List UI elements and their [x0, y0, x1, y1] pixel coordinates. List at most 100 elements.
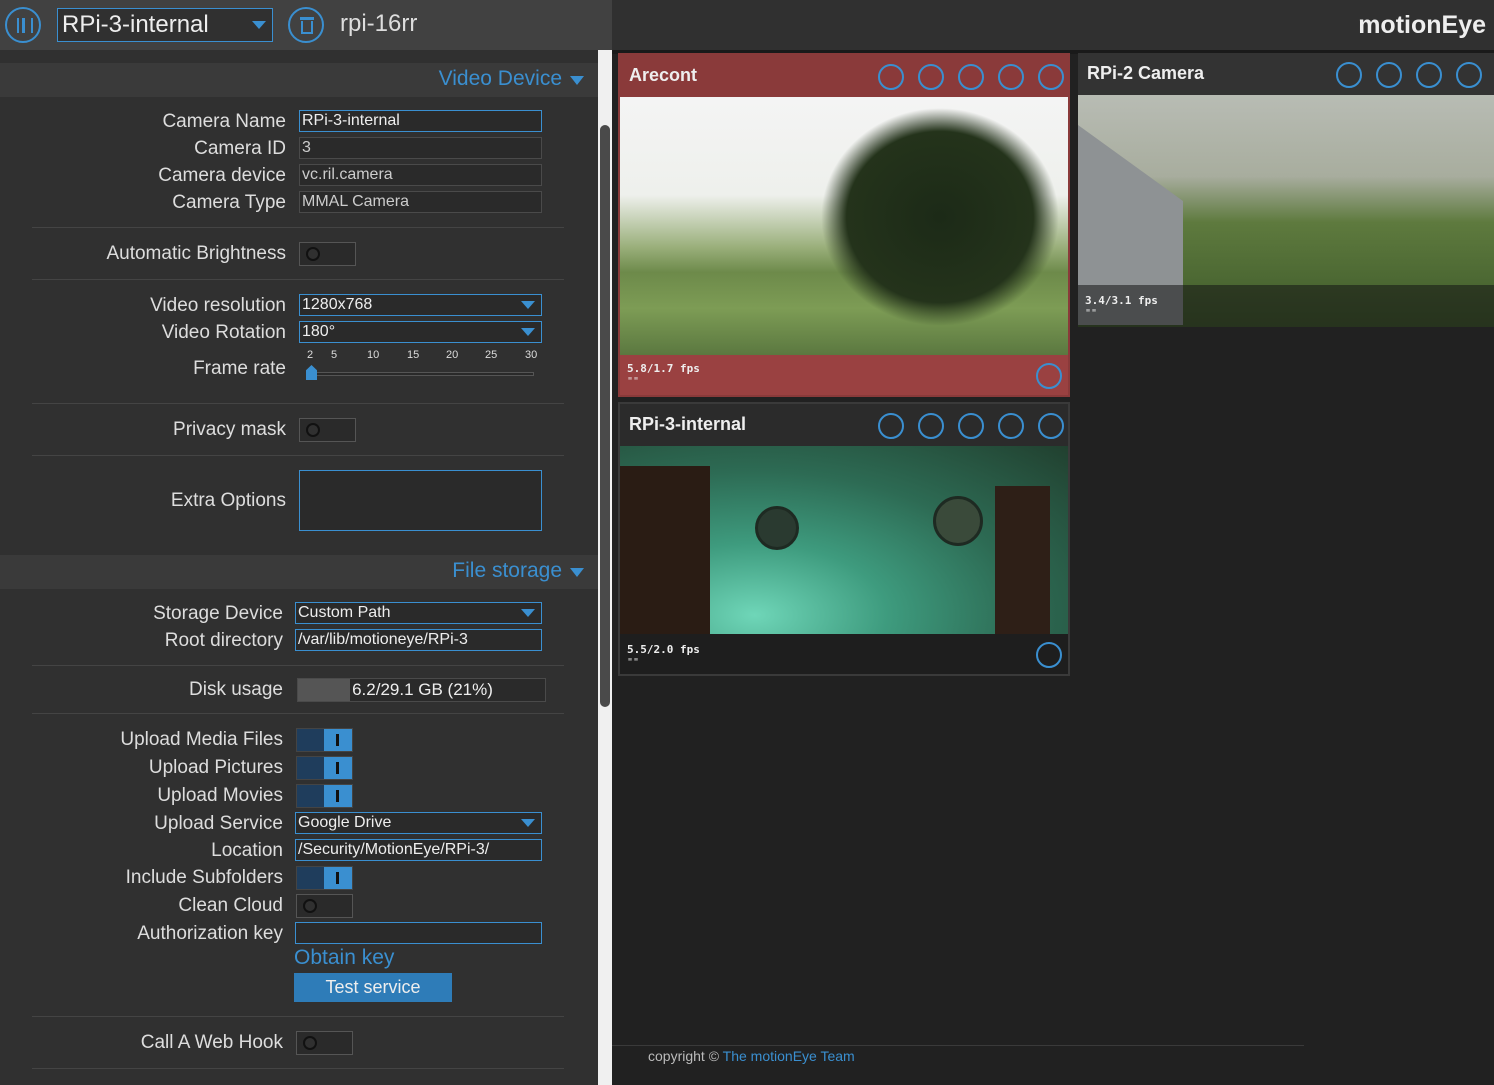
- root-dir-input[interactable]: /var/lib/motioneye/RPi-3: [295, 629, 542, 651]
- section-video-device[interactable]: Video Device: [0, 63, 598, 97]
- camera-type-field: MMAL Camera: [299, 191, 542, 213]
- camera-name: RPi-2 Camera: [1087, 63, 1205, 83]
- web-hook-toggle[interactable]: [296, 1031, 353, 1055]
- upload-service-label: Upload Service: [154, 813, 283, 834]
- rotation-select[interactable]: 180°: [299, 321, 542, 343]
- web-hook-label: Call A Web Hook: [140, 1032, 283, 1053]
- privacy-mask-toggle[interactable]: [299, 418, 356, 442]
- resolution-select[interactable]: 1280x768: [299, 294, 542, 316]
- frame-rate-slider[interactable]: [306, 372, 534, 376]
- upload-movies-toggle[interactable]: [296, 784, 353, 808]
- upload-media-label: Upload Media Files: [120, 729, 283, 750]
- play-icon[interactable]: [998, 64, 1024, 90]
- camera-id-field: 3: [299, 137, 542, 159]
- section-file-storage[interactable]: File storage: [0, 555, 598, 589]
- play-icon[interactable]: [998, 413, 1024, 439]
- settings-scrollbar[interactable]: [600, 125, 610, 707]
- disk-usage-text: 6.2/29.1 GB (21%): [352, 680, 493, 699]
- host-name: rpi-16rr: [340, 10, 418, 37]
- include-subfolders-toggle[interactable]: [296, 866, 353, 890]
- settings-panel: RPi-3-internal rpi-16rr Video Device Cam…: [0, 0, 612, 1085]
- pictures-icon[interactable]: [958, 64, 984, 90]
- wrench-icon[interactable]: [1038, 64, 1064, 90]
- camera-select-value: RPi-3-internal: [62, 11, 209, 38]
- tick-label: 30: [525, 349, 538, 361]
- camera-image: [620, 97, 1068, 355]
- menu-icon[interactable]: [5, 7, 41, 43]
- upload-service-value: Google Drive: [298, 814, 392, 831]
- camera-image: [620, 446, 1068, 646]
- copyright-text: copyright ©: [648, 1048, 720, 1064]
- rotation-label: Video Rotation: [161, 322, 286, 343]
- settings-header: RPi-3-internal rpi-16rr: [0, 0, 612, 50]
- upload-pictures-label: Upload Pictures: [148, 757, 283, 778]
- frame-icon[interactable]: [918, 64, 944, 90]
- camera-type-label: Camera Type: [172, 192, 286, 213]
- play-icon[interactable]: [1456, 62, 1482, 88]
- disk-usage-bar: 6.2/29.1 GB (21%): [297, 678, 546, 702]
- camera-icon[interactable]: [1036, 642, 1062, 668]
- camera-frame-arecont[interactable]: Arecont 5.8/1.7 fps "": [618, 53, 1070, 397]
- camera-frame-header: Arecont: [620, 55, 1068, 97]
- section-title: Video Device: [438, 67, 562, 90]
- frame-icon[interactable]: [918, 413, 944, 439]
- location-label: Location: [211, 840, 283, 861]
- resolution-value: 1280x768: [302, 296, 373, 313]
- tick-label: 5: [331, 349, 338, 361]
- pictures-icon[interactable]: [958, 413, 984, 439]
- clean-cloud-toggle[interactable]: [296, 894, 353, 918]
- obtain-key-link[interactable]: Obtain key: [294, 946, 394, 970]
- camera-device-label: Camera device: [158, 165, 286, 186]
- pictures-icon[interactable]: [1416, 62, 1442, 88]
- chevron-down-icon: [521, 328, 535, 336]
- fps-subtitle: "": [1085, 308, 1098, 319]
- auth-key-input[interactable]: [295, 922, 542, 944]
- frame-icon[interactable]: [1376, 62, 1402, 88]
- auto-brightness-toggle[interactable]: [299, 242, 356, 266]
- storage-device-select[interactable]: Custom Path: [295, 602, 542, 624]
- top-bar: motionEye: [612, 0, 1494, 50]
- camera-select[interactable]: RPi-3-internal: [57, 8, 273, 42]
- camera-status-bar: 5.5/2.0 fps "": [620, 634, 1068, 674]
- camera-status-bar: 5.8/1.7 fps "": [620, 355, 1068, 395]
- team-link[interactable]: The motionEye Team: [723, 1048, 855, 1064]
- clean-cloud-label: Clean Cloud: [178, 895, 283, 916]
- fullscreen-icon[interactable]: [1336, 62, 1362, 88]
- upload-media-toggle[interactable]: [296, 728, 353, 752]
- divider: [32, 665, 564, 666]
- resolution-label: Video resolution: [150, 295, 286, 316]
- divider: [32, 279, 564, 280]
- camera-frame-rpi-3-internal[interactable]: RPi-3-internal 5.5/2.0 fps "": [618, 402, 1070, 676]
- camera-name: RPi-3-internal: [629, 414, 747, 434]
- extra-options-textarea[interactable]: [299, 470, 542, 531]
- chevron-down-icon: [521, 819, 535, 827]
- divider: [32, 455, 564, 456]
- section-title: File storage: [452, 559, 562, 582]
- camera-frame-rpi-2[interactable]: RPi-2 Camera 3.4/3.1 fps "": [1078, 53, 1494, 327]
- camera-name-label: Camera Name: [162, 111, 286, 132]
- fullscreen-icon[interactable]: [878, 64, 904, 90]
- wrench-icon[interactable]: [1038, 413, 1064, 439]
- chevron-down-icon: [252, 21, 266, 29]
- fullscreen-icon[interactable]: [878, 413, 904, 439]
- divider: [32, 713, 564, 714]
- trash-icon[interactable]: [288, 7, 324, 43]
- camera-name: Arecont: [629, 65, 698, 85]
- frame-rate-slider-handle[interactable]: [306, 365, 317, 380]
- upload-service-select[interactable]: Google Drive: [295, 812, 542, 834]
- camera-icon[interactable]: [1036, 363, 1062, 389]
- camera-name-input[interactable]: RPi-3-internal: [299, 110, 542, 132]
- location-input[interactable]: /Security/MotionEye/RPi-3/: [295, 839, 542, 861]
- test-service-button[interactable]: Test service: [294, 973, 452, 1002]
- camera-grid: motionEye Arecont 5.8/1.7 fps "" RPi-2 C…: [612, 0, 1494, 1085]
- tick-label: 10: [367, 349, 380, 361]
- frame-rate-label: Frame rate: [193, 358, 286, 379]
- upload-pictures-toggle[interactable]: [296, 756, 353, 780]
- tick-label: 2: [307, 349, 314, 361]
- divider: [32, 1068, 564, 1069]
- chevron-down-icon: [570, 76, 584, 85]
- camera-status-bar: 3.4/3.1 fps "": [1078, 285, 1494, 327]
- auto-brightness-label: Automatic Brightness: [106, 243, 286, 264]
- storage-device-label: Storage Device: [153, 603, 283, 624]
- extra-options-label: Extra Options: [170, 490, 286, 511]
